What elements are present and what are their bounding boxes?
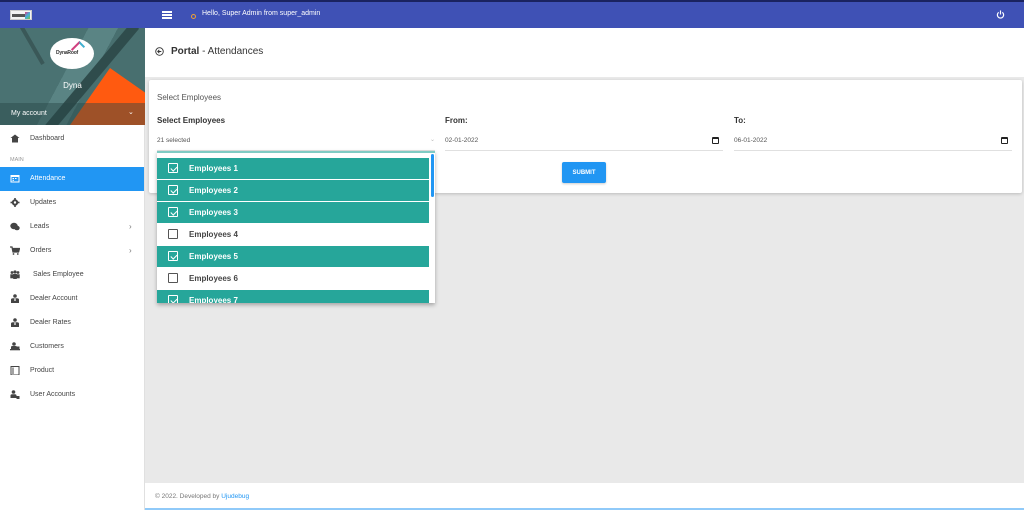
checkbox-checked-icon[interactable] (168, 185, 178, 195)
status-dot-icon (191, 14, 196, 19)
sidebar-item-leads[interactable]: Leads › (0, 215, 144, 239)
employee-option[interactable]: Employees 5 (157, 246, 429, 267)
chevron-right-icon: › (129, 246, 132, 255)
employee-option[interactable]: Employees 7 (157, 290, 429, 303)
employee-option[interactable]: Employees 3 (157, 202, 429, 223)
page-title-rest: - Attendances (199, 46, 264, 57)
sidebar-item-dealer-rates[interactable]: Dealer Rates (0, 311, 144, 335)
brand-text: DynaRoof (56, 50, 79, 56)
employee-option-label: Employees 3 (189, 208, 238, 217)
copyright-text: © 2022. Developed by (155, 493, 222, 500)
sidebar-item-label: Leads (30, 223, 50, 230)
from-label: From: (445, 116, 468, 125)
user-tie-icon (11, 294, 19, 303)
page-header: Portal - Attendances (145, 28, 1024, 77)
group-icon (10, 270, 20, 279)
gear-icon (10, 198, 20, 207)
book-icon (10, 366, 20, 375)
to-date-input[interactable]: 06-01-2022 (734, 133, 1012, 151)
employee-option-label: Employees 4 (189, 230, 238, 239)
power-icon[interactable] (996, 10, 1005, 19)
greeting-text: Hello, Super Admin from super_admin (202, 10, 321, 17)
employee-option-label: Employees 1 (189, 164, 238, 173)
hamburger-menu-icon[interactable] (162, 11, 172, 19)
page-title-bold: Portal (171, 46, 200, 57)
my-account-toggle[interactable]: My account ⌄ (0, 103, 145, 125)
home-icon (10, 134, 20, 143)
from-date-value: 02-01-2022 (445, 137, 479, 144)
to-label: To: (734, 116, 746, 125)
sidebar: DynaRoof Dyna My account ⌄ Dashboard MAI… (0, 28, 145, 510)
sidebar-item-label: Dealer Account (30, 295, 78, 302)
checkbox-checked-icon[interactable] (168, 207, 178, 217)
employees-select-value: 21 selected (157, 137, 191, 144)
section-label: MAIN (10, 157, 24, 163)
sidebar-item-label: Attendance (30, 175, 66, 182)
profile-panel: DynaRoof Dyna My account ⌄ (0, 28, 145, 125)
chat-icon (10, 222, 20, 231)
chevron-right-icon: › (129, 222, 132, 231)
chevron-down-icon: ⌄ (128, 109, 134, 116)
sidebar-item-attendance[interactable]: Attendance (0, 167, 144, 191)
employee-option[interactable]: Employees 6 (157, 268, 429, 289)
sidebar-item-user-accounts[interactable]: User Accounts (0, 383, 144, 407)
sidebar-item-sales-employee[interactable]: Sales Employee (0, 263, 144, 287)
calendar-icon[interactable] (1001, 137, 1008, 144)
user-key-icon (10, 390, 20, 399)
my-account-label: My account (11, 110, 47, 117)
top-bar: Hello, Super Admin from super_admin (0, 0, 1024, 28)
checkbox-checked-icon[interactable] (168, 295, 178, 303)
cart-icon (10, 246, 20, 255)
employees-label: Select Employees (157, 116, 226, 125)
employees-select[interactable]: 21 selected ⌄ (157, 133, 435, 151)
sidebar-item-label: Customers (30, 343, 64, 350)
back-arrow-icon[interactable] (155, 47, 164, 56)
employee-option-label: Employees 6 (189, 274, 238, 283)
sidebar-item-label: Sales Employee (33, 271, 84, 278)
user-tie-icon (11, 318, 19, 327)
developer-link[interactable]: Ujudebug (221, 493, 249, 500)
card-title: Select Employees (157, 93, 222, 102)
sidebar-item-label: User Accounts (30, 391, 76, 398)
sidebar-item-label: Orders (30, 247, 52, 254)
nav-section-main: MAIN (0, 151, 144, 167)
sidebar-item-dealer-account[interactable]: Dealer Account (0, 287, 144, 311)
sidebar-item-label: Updates (30, 199, 57, 206)
footer: © 2022. Developed by Ujudebug (145, 483, 1024, 510)
employees-dropdown: Employees 1 Employees 2 Employees 3 Employe… (157, 151, 435, 303)
app-logo[interactable] (10, 10, 32, 20)
checkbox-checked-icon[interactable] (168, 163, 178, 173)
sidebar-item-updates[interactable]: Updates (0, 191, 144, 215)
sidebar-item-dashboard[interactable]: Dashboard (0, 127, 144, 151)
employee-option[interactable]: Employees 2 (157, 180, 429, 201)
employee-option[interactable]: Employees 4 (157, 224, 429, 245)
calendar-icon[interactable] (712, 137, 719, 144)
sidebar-item-product[interactable]: Product (0, 359, 144, 383)
from-date-input[interactable]: 02-01-2022 (445, 133, 723, 151)
dropdown-scrollbar[interactable] (431, 154, 434, 197)
avatar: DynaRoof (50, 38, 94, 69)
submit-button[interactable]: SUBMIT (562, 162, 606, 183)
employee-option[interactable]: Employees 1 (157, 158, 429, 179)
checkbox-checked-icon[interactable] (168, 251, 178, 261)
calendar-icon (10, 175, 20, 183)
user-desk-icon (10, 342, 20, 351)
sidebar-item-customers[interactable]: Customers (0, 335, 144, 359)
sidebar-item-label: Product (30, 367, 55, 374)
sidebar-nav: Dashboard MAIN Attendance Updates Leads › Or… (0, 127, 144, 407)
sidebar-item-label: Dealer Rates (30, 319, 71, 326)
to-date-value: 06-01-2022 (734, 137, 768, 144)
employee-option-label: Employees 5 (189, 252, 238, 261)
checkbox-unchecked-icon[interactable] (168, 273, 178, 283)
checkbox-unchecked-icon[interactable] (168, 229, 178, 239)
sidebar-item-label: Dashboard (30, 135, 65, 142)
employee-option-label: Employees 2 (189, 186, 238, 195)
sidebar-item-orders[interactable]: Orders › (0, 239, 144, 263)
employee-option-label: Employees 7 (189, 296, 238, 303)
profile-name: Dyna (63, 81, 82, 90)
footer-text: © 2022. Developed by Ujudebug (155, 493, 249, 500)
page-title: Portal - Attendances (171, 46, 263, 57)
chevron-down-icon: ⌄ (429, 137, 435, 143)
